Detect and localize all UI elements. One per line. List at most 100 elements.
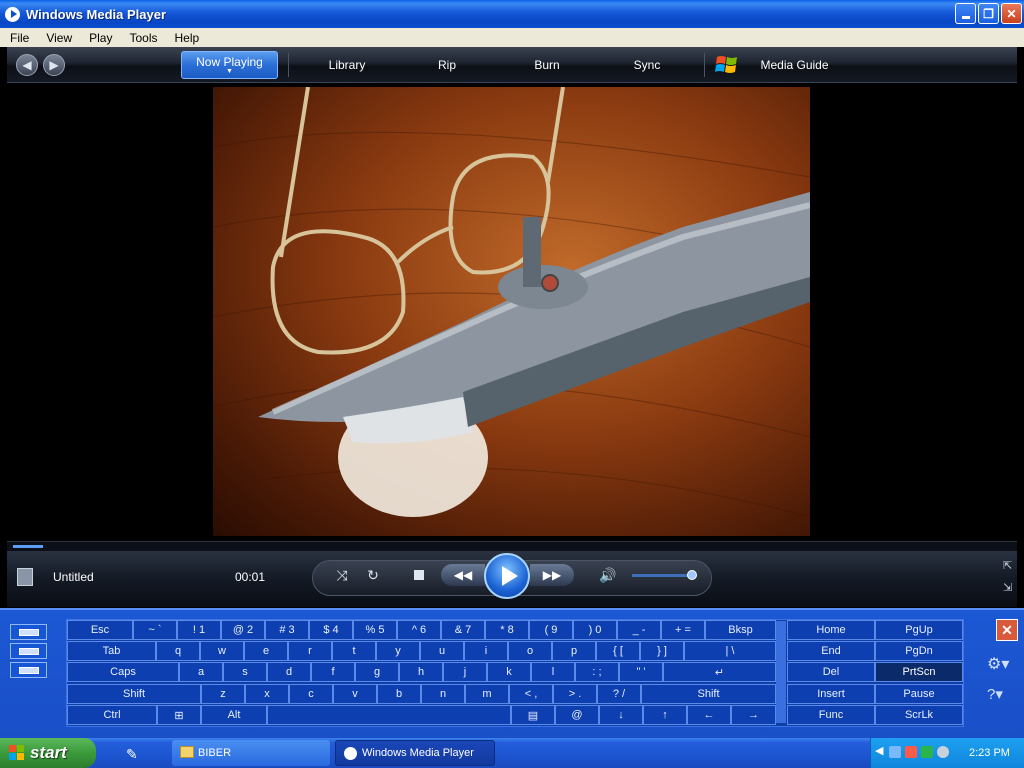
video-frame[interactable]: [213, 87, 810, 536]
key-semicolon[interactable]: : ;: [575, 662, 619, 682]
tab-sync[interactable]: Sync: [617, 47, 677, 82]
key-1[interactable]: ! 1: [177, 620, 221, 640]
switch-to-skin-icon[interactable]: ⇱: [1003, 559, 1012, 572]
key-shift-left[interactable]: Shift: [67, 684, 201, 704]
security-icon[interactable]: [905, 746, 917, 758]
keyboard-size-large-button[interactable]: [10, 662, 47, 678]
help-icon[interactable]: ?▾: [987, 685, 1003, 703]
key-backslash[interactable]: | \: [684, 641, 776, 661]
key-pgdn[interactable]: PgDn: [875, 641, 963, 661]
key-caps[interactable]: Caps: [67, 662, 179, 682]
key-at[interactable]: @: [555, 705, 599, 725]
key-tab[interactable]: Tab: [67, 641, 156, 661]
key-j[interactable]: j: [443, 662, 487, 682]
key-windows[interactable]: ⊞: [157, 705, 201, 725]
key-comma[interactable]: < ,: [509, 684, 553, 704]
back-arrow-icon[interactable]: ◀: [16, 54, 38, 76]
key-7[interactable]: & 7: [441, 620, 485, 640]
key-b[interactable]: b: [377, 684, 421, 704]
key-i[interactable]: i: [464, 641, 508, 661]
key-func[interactable]: Func: [787, 705, 875, 725]
key-quote[interactable]: " ': [619, 662, 663, 682]
key-t[interactable]: t: [332, 641, 376, 661]
taskbar-button-biber[interactable]: BIBER: [172, 740, 330, 766]
menu-play[interactable]: Play: [79, 31, 119, 45]
close-button[interactable]: ✕: [1001, 3, 1022, 24]
tab-rip[interactable]: Rip: [417, 47, 477, 82]
next-button[interactable]: ▶▶: [530, 564, 574, 586]
key-left[interactable]: ←: [687, 705, 731, 725]
tab-library[interactable]: Library: [307, 47, 387, 82]
key-n[interactable]: n: [421, 684, 465, 704]
key-space[interactable]: [267, 705, 511, 725]
key-e[interactable]: e: [244, 641, 288, 661]
restore-button[interactable]: ❐: [978, 3, 999, 24]
key-6[interactable]: ^ 6: [397, 620, 441, 640]
key-4[interactable]: $ 4: [309, 620, 353, 640]
key-ctrl[interactable]: Ctrl: [67, 705, 157, 725]
key-8[interactable]: * 8: [485, 620, 529, 640]
quick-launch-icon[interactable]: ✎: [126, 746, 138, 763]
taskbar-button-media-player[interactable]: Windows Media Player: [335, 740, 495, 766]
key-alt[interactable]: Alt: [201, 705, 267, 725]
key-pgup[interactable]: PgUp: [875, 620, 963, 640]
key-g[interactable]: g: [355, 662, 399, 682]
menu-view[interactable]: View: [36, 31, 79, 45]
key-f[interactable]: f: [311, 662, 355, 682]
start-button[interactable]: start: [0, 738, 96, 768]
key-equals[interactable]: + =: [661, 620, 705, 640]
previous-button[interactable]: ◀◀: [441, 564, 485, 586]
key-o[interactable]: o: [508, 641, 552, 661]
key-v[interactable]: v: [333, 684, 377, 704]
key-k[interactable]: k: [487, 662, 531, 682]
key-y[interactable]: y: [376, 641, 420, 661]
key-end[interactable]: End: [787, 641, 875, 661]
tab-burn[interactable]: Burn: [517, 47, 577, 82]
key-right[interactable]: →: [731, 705, 776, 725]
network-icon[interactable]: [889, 746, 901, 758]
key-3[interactable]: # 3: [265, 620, 309, 640]
key-w[interactable]: w: [200, 641, 244, 661]
key-minus[interactable]: _ -: [617, 620, 661, 640]
volume-slider[interactable]: [632, 574, 694, 577]
key-d[interactable]: d: [267, 662, 311, 682]
keyboard-close-button[interactable]: ✕: [996, 619, 1018, 641]
tab-media-guide[interactable]: Media Guide: [747, 47, 842, 82]
menu-file[interactable]: File: [0, 31, 36, 45]
chevron-left-icon[interactable]: ◀: [875, 744, 883, 757]
key-home[interactable]: Home: [787, 620, 875, 640]
forward-arrow-icon[interactable]: ▶: [43, 54, 65, 76]
key-z[interactable]: z: [201, 684, 245, 704]
speaker-icon[interactable]: [937, 746, 949, 758]
key-prtscn[interactable]: PrtScn: [875, 662, 963, 682]
play-button[interactable]: [484, 553, 530, 599]
shuffle-icon[interactable]: ⤨: [333, 566, 351, 584]
repeat-icon[interactable]: ↻: [364, 566, 382, 584]
minimize-button[interactable]: [955, 3, 976, 24]
key-esc[interactable]: Esc: [67, 620, 133, 640]
key-menu[interactable]: ▤: [511, 705, 555, 725]
full-screen-icon[interactable]: ⇲: [1003, 581, 1012, 594]
key-down[interactable]: ↓: [599, 705, 643, 725]
key-pause[interactable]: Pause: [875, 684, 963, 704]
mute-speaker-icon[interactable]: 🔊: [598, 566, 618, 584]
key-slash[interactable]: ? /: [597, 684, 641, 704]
key-p[interactable]: p: [552, 641, 596, 661]
keyboard-size-medium-button[interactable]: [10, 643, 47, 659]
key-tilde[interactable]: ~ `: [133, 620, 177, 640]
key-u[interactable]: u: [420, 641, 464, 661]
key-enter[interactable]: ↵: [663, 662, 776, 682]
key-0[interactable]: ) 0: [573, 620, 617, 640]
seek-bar[interactable]: [7, 541, 1017, 551]
key-close-bracket[interactable]: } ]: [640, 641, 684, 661]
sync-icon[interactable]: [921, 746, 933, 758]
tab-now-playing[interactable]: Now Playing ▼: [181, 51, 278, 79]
key-2[interactable]: @ 2: [221, 620, 265, 640]
menu-help[interactable]: Help: [165, 31, 207, 45]
key-x[interactable]: x: [245, 684, 289, 704]
stop-button[interactable]: [410, 566, 428, 584]
keyboard-size-small-button[interactable]: [10, 624, 47, 640]
key-h[interactable]: h: [399, 662, 443, 682]
key-5[interactable]: % 5: [353, 620, 397, 640]
key-a[interactable]: a: [179, 662, 223, 682]
